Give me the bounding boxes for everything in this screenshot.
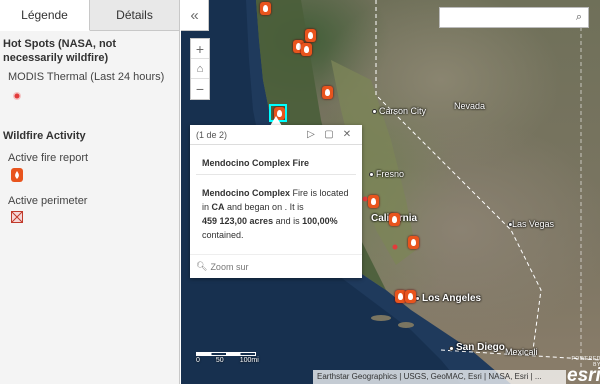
fire-state: CA xyxy=(211,202,225,212)
map-attribution[interactable]: Earthstar Geographics | USGS, GeoMAC, Es… xyxy=(313,370,566,384)
zoom-to-icon: 🔍︎ xyxy=(196,261,208,271)
close-popup-button[interactable]: ✕ xyxy=(338,129,356,140)
zoom-control: + ⌂ − xyxy=(190,38,210,100)
place-los-angeles: Los Angeles xyxy=(422,293,482,304)
scale-label-0: 0 xyxy=(196,357,200,364)
search-box[interactable]: ⌕ xyxy=(439,7,589,28)
popup-body: Mendocino Complex Fire is located in CA … xyxy=(190,175,362,242)
fresno-dot xyxy=(369,172,374,177)
fire-marker[interactable] xyxy=(301,43,312,56)
zoom-in-button[interactable]: + xyxy=(191,39,209,59)
fire-percent: 100,00% xyxy=(302,216,338,226)
hotspot-marker[interactable] xyxy=(361,195,369,203)
map-app: Carson City Nevada Fresno California Las… xyxy=(0,0,600,384)
legend-item-perimeter-label: Active perimeter xyxy=(8,195,88,207)
carson-city-dot xyxy=(372,109,377,114)
fire-marker[interactable] xyxy=(389,213,400,226)
popup-title: Mendocino Complex Fire xyxy=(196,145,356,175)
scale-label-100: 100mi xyxy=(239,357,259,364)
fire-marker[interactable] xyxy=(305,29,316,42)
place-las-vegas: Las Vegas xyxy=(512,219,555,229)
legend-content: Hot Spots (NASA, not necessarily wildfir… xyxy=(0,31,179,226)
scale-bar: 0 50 100mi xyxy=(196,352,259,364)
fire-marker[interactable] xyxy=(322,86,333,99)
popup-count: (1 de 2) xyxy=(196,129,228,140)
fire-marker[interactable] xyxy=(368,195,379,208)
popup-text: and is xyxy=(273,216,303,226)
place-mexicali: Mexicali xyxy=(505,347,538,357)
place-fresno: Fresno xyxy=(376,169,405,179)
next-feature-button[interactable]: ▷ xyxy=(302,129,320,140)
legend-layer-title-hotspots: Hot Spots (NASA, not necessarily wildfir… xyxy=(3,38,117,64)
zoom-to-link[interactable]: 🔍︎ Zoom sur xyxy=(190,254,362,278)
maximize-button[interactable]: ▢ xyxy=(320,129,338,140)
esri-logo-text: esri xyxy=(567,365,600,384)
popup-header: (1 de 2) ▷ ▢ ✕ xyxy=(190,125,362,145)
perimeter-icon xyxy=(11,211,179,226)
fire-name: Mendocino Complex xyxy=(202,188,291,198)
fire-acres: 459 123,00 acres xyxy=(202,216,274,226)
legend-layer-title-wildfire: Wildfire Activity xyxy=(3,130,86,142)
home-button[interactable]: ⌂ xyxy=(191,59,209,79)
popup-text: and began on . It is xyxy=(224,202,304,212)
legend-panel: Légende Détails Hot Spots (NASA, not nec… xyxy=(0,0,180,384)
tab-legende[interactable]: Légende xyxy=(0,0,90,31)
feature-popup: (1 de 2) ▷ ▢ ✕ Mendocino Complex Fire Me… xyxy=(190,125,362,278)
search-icon[interactable]: ⌕ xyxy=(576,11,582,24)
hotspot-marker[interactable] xyxy=(391,243,399,251)
place-nevada: Nevada xyxy=(454,101,486,111)
place-carson-city: Carson City xyxy=(379,106,427,116)
fire-icon xyxy=(11,168,179,185)
fire-marker[interactable] xyxy=(405,290,416,303)
san-diego-dot xyxy=(449,346,454,351)
place-san-diego: San Diego xyxy=(456,342,505,353)
collapse-panel-button[interactable]: « xyxy=(181,0,209,31)
legend-item-fire-label: Active fire report xyxy=(8,152,89,164)
scale-label-50: 50 xyxy=(215,357,224,364)
panel-tabs: Légende Détails xyxy=(0,0,179,31)
esri-logo[interactable]: POWERED BY esri xyxy=(567,356,600,384)
fire-marker[interactable] xyxy=(408,236,419,249)
legend-sublabel-modis: MODIS Thermal (Last 24 hours) xyxy=(8,71,165,83)
tab-details[interactable]: Détails xyxy=(90,0,179,31)
zoom-to-label: Zoom sur xyxy=(210,261,249,272)
popup-text: contained. xyxy=(202,230,244,240)
hotspot-icon xyxy=(12,91,179,104)
zoom-out-button[interactable]: − xyxy=(191,79,209,99)
fire-marker[interactable] xyxy=(260,2,271,15)
